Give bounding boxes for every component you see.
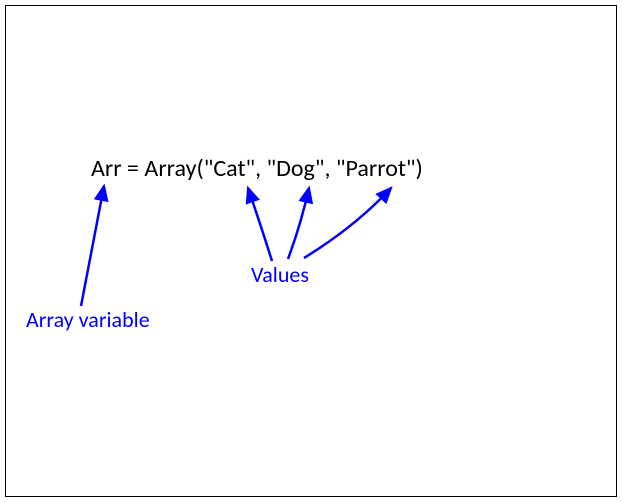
diagram-frame: Arr = Array("Cat", "Dog", "Parrot") Arra…: [5, 5, 617, 497]
annotation-array-variable: Array variable: [26, 306, 150, 333]
annotation-values: Values: [251, 261, 309, 288]
arrow-to-value-cat: [248, 188, 272, 261]
arrow-to-value-dog: [288, 188, 309, 259]
arrow-to-variable: [81, 186, 104, 306]
arrow-to-value-parrot: [304, 188, 391, 258]
code-expression: Arr = Array("Cat", "Dog", "Parrot"): [91, 154, 423, 183]
annotation-arrows: [6, 6, 618, 498]
